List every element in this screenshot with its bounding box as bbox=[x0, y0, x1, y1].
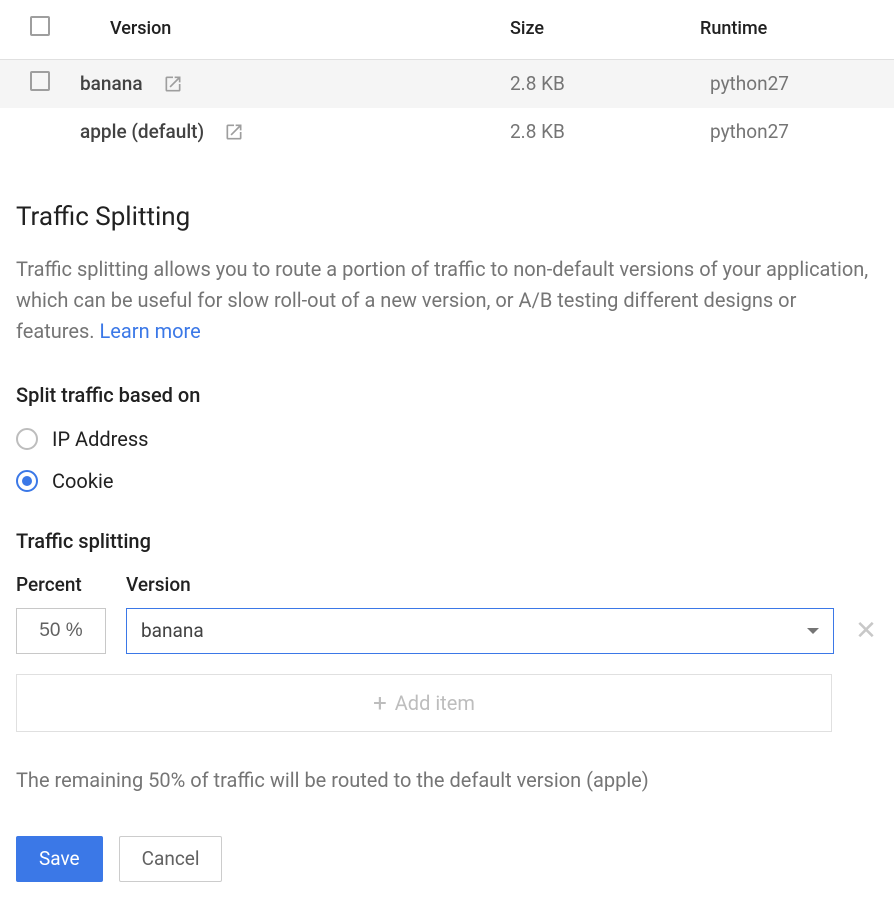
selected-version: banana bbox=[141, 619, 204, 642]
percent-header: Percent bbox=[16, 573, 106, 596]
header-version: Version bbox=[80, 0, 500, 60]
traffic-splitting-label: Traffic splitting bbox=[16, 529, 878, 553]
header-runtime: Runtime bbox=[700, 0, 894, 60]
version-size: 2.8 KB bbox=[500, 108, 700, 156]
row-checkbox[interactable] bbox=[30, 119, 50, 139]
versions-table: Version Size Runtime banana 2.8 KB pytho… bbox=[0, 0, 894, 156]
radio-label: IP Address bbox=[52, 427, 148, 451]
external-link-icon[interactable] bbox=[163, 74, 183, 94]
version-runtime: python27 bbox=[700, 60, 894, 108]
version-header: Version bbox=[126, 573, 191, 596]
cancel-button[interactable]: Cancel bbox=[119, 836, 223, 882]
version-runtime: python27 bbox=[700, 108, 894, 156]
remaining-traffic-text: The remaining 50% of traffic will be rou… bbox=[16, 768, 878, 792]
learn-more-link[interactable]: Learn more bbox=[100, 319, 201, 343]
radio-icon bbox=[16, 470, 38, 492]
radio-icon bbox=[16, 428, 38, 450]
split-based-on-label: Split traffic based on bbox=[16, 383, 878, 407]
radio-label: Cookie bbox=[52, 469, 113, 493]
select-all-checkbox[interactable] bbox=[30, 16, 50, 36]
remove-split-button[interactable]: ✕ bbox=[854, 618, 878, 644]
radio-cookie[interactable]: Cookie bbox=[16, 469, 878, 493]
chevron-down-icon bbox=[807, 628, 819, 634]
version-name: banana bbox=[80, 72, 143, 95]
section-title: Traffic Splitting bbox=[16, 202, 878, 232]
table-row[interactable]: apple (default) 2.8 KB python27 bbox=[0, 108, 894, 156]
external-link-icon[interactable] bbox=[224, 122, 244, 142]
split-method-radio-group: IP Address Cookie bbox=[16, 427, 878, 493]
add-item-label: Add item bbox=[395, 691, 475, 715]
table-row[interactable]: banana 2.8 KB python27 bbox=[0, 60, 894, 108]
version-name: apple (default) bbox=[80, 120, 204, 143]
version-select[interactable]: banana bbox=[126, 608, 834, 654]
plus-icon: + bbox=[373, 691, 387, 715]
radio-ip-address[interactable]: IP Address bbox=[16, 427, 878, 451]
section-description: Traffic splitting allows you to route a … bbox=[16, 254, 878, 347]
row-checkbox[interactable] bbox=[30, 71, 50, 91]
header-size: Size bbox=[500, 0, 700, 60]
add-item-button[interactable]: + Add item bbox=[16, 674, 832, 732]
percent-input[interactable] bbox=[16, 608, 106, 654]
save-button[interactable]: Save bbox=[16, 836, 103, 882]
version-size: 2.8 KB bbox=[500, 60, 700, 108]
